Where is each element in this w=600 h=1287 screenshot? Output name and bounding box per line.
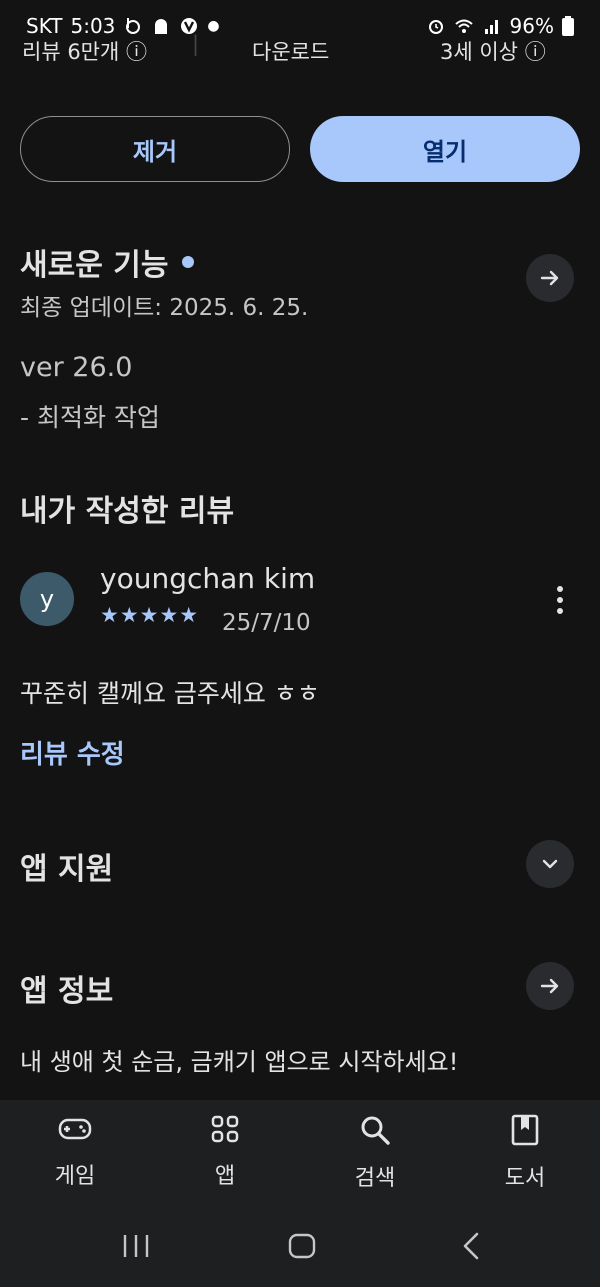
nav-games-label: 게임 [54, 1164, 96, 1189]
signal-icon [484, 20, 498, 34]
app-description: 내 생애 첫 순금, 금캐기 앱으로 시작하세요! [20, 1048, 459, 1076]
app-support-title[interactable]: 앱 지원 [20, 844, 113, 888]
nav-books[interactable]: 도서 [475, 1114, 575, 1192]
version-text: ver 26.0 [20, 352, 133, 383]
search-icon [361, 1116, 390, 1145]
home-icon[interactable] [286, 1230, 318, 1262]
my-review-title: 내가 작성한 리뷰 [20, 494, 235, 529]
reviewer-name: youngchan kim [100, 562, 316, 595]
info-icon: ⓘ [126, 40, 148, 64]
arrow-right-icon [540, 978, 559, 994]
nav-apps[interactable]: 앱 [175, 1114, 275, 1190]
review-date: 25/7/10 [222, 610, 311, 636]
last-updated: 최종 업데이트: 2025. 6. 25. [20, 295, 309, 321]
app-support-expand-button[interactable] [526, 840, 574, 888]
review-text: 꾸준히 캘께요 금주세요 ㅎㅎ [20, 679, 320, 708]
gamepad-icon [58, 1118, 92, 1140]
avatar: y [20, 572, 74, 626]
book-icon [511, 1114, 539, 1146]
info-icon: ⓘ [524, 40, 546, 64]
ghost-icon [155, 19, 168, 34]
nav-search-label: 검색 [354, 1166, 396, 1191]
arrow-right-icon [540, 270, 559, 286]
b-app-icon [126, 18, 141, 34]
stats-row: 리뷰 6만개 ⓘ | 다운로드 3세 이상 ⓘ [0, 34, 600, 68]
age-rating: 3세 이상 ⓘ [440, 40, 546, 64]
edit-review-link[interactable]: 리뷰 수정 [20, 734, 125, 771]
battery-icon [562, 16, 574, 36]
recent-apps-icon[interactable] [120, 1230, 152, 1262]
more-vert-icon [557, 586, 563, 614]
review-more-button[interactable] [546, 584, 574, 620]
whats-new-title: 새로운 기능 [20, 248, 169, 283]
back-icon[interactable] [456, 1230, 488, 1262]
app-info-title[interactable]: 앱 정보 [20, 966, 113, 1010]
nav-search[interactable]: 검색 [325, 1114, 425, 1192]
alarm-icon [428, 20, 443, 34]
nav-games[interactable]: 게임 [25, 1114, 125, 1190]
nav-apps-label: 앱 [214, 1164, 236, 1189]
new-dot-icon [182, 256, 195, 268]
open-button[interactable]: 열기 [310, 116, 580, 182]
chevron-down-icon [542, 859, 558, 869]
rating-stars: ★★★★★ [100, 603, 200, 627]
remove-button[interactable]: 제거 [20, 116, 290, 182]
downloads-label: 다운로드 [252, 40, 330, 64]
dot-icon: ● [207, 18, 220, 34]
v-badge-icon [181, 18, 198, 34]
system-navigation-bar [0, 1210, 600, 1287]
review-count: 리뷰 6만개 ⓘ [22, 40, 148, 64]
app-info-arrow-button[interactable] [526, 962, 574, 1010]
apps-grid-icon [211, 1115, 239, 1143]
wifi-icon [454, 19, 473, 33]
nav-books-label: 도서 [504, 1166, 546, 1191]
release-note: - 최적화 작업 [20, 403, 160, 432]
whats-new-header[interactable]: 새로운 기능 [20, 240, 195, 284]
bottom-navigation: 게임 앱 검색 도서 [0, 1100, 600, 1210]
whats-new-arrow-button[interactable] [526, 254, 574, 302]
stats-divider: | [192, 34, 200, 56]
